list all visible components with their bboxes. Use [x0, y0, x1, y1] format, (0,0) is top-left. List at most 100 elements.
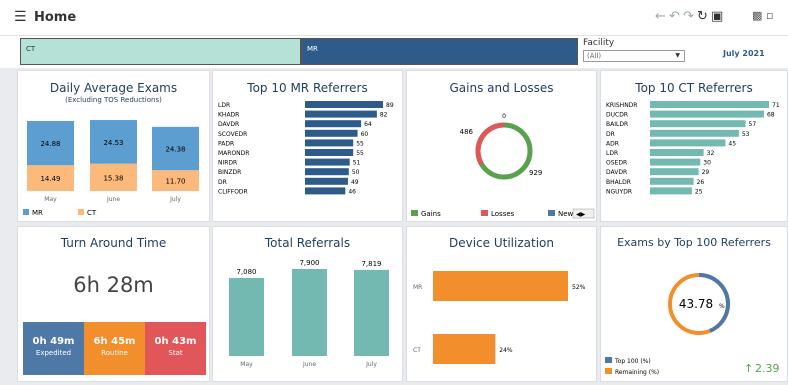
exams100-center-value: 43.78 — [679, 297, 713, 311]
mr-referrer-value-label: 55 — [356, 140, 364, 147]
ct-referrers-card: Top 10 CT Referrers KRISHNDR 71 DUCDR 68 BAI… — [600, 70, 788, 222]
ct-referrer-value-label: 30 — [703, 160, 711, 167]
exams100-center-unit: % — [719, 303, 725, 310]
tat-title: Turn Around Time — [60, 236, 167, 250]
mr-referrer-category-label: SCOVEDR — [218, 131, 247, 138]
facility-select[interactable]: (All) ▼ — [583, 50, 685, 62]
legend-new: New — [558, 210, 574, 218]
mr-referrer-category-label: NIRDR — [218, 160, 237, 167]
ct-referrer-value-label: 29 — [702, 169, 710, 176]
legend-mr-swatch — [23, 209, 29, 215]
facility-label: Facility — [583, 38, 615, 48]
gains-value-label: 929 — [529, 169, 542, 177]
tat-tiles: 0h 49m Expedited 6h 45m Routine 0h 43m S… — [23, 322, 206, 375]
pdf-download-icon[interactable]: ▫ — [766, 9, 773, 22]
ct-referrer-category-label: BAILDR — [606, 121, 628, 128]
mr-referrer-value-label: 64 — [364, 121, 372, 128]
ct-referrers-chart: KRISHNDR 71 DUCDR 68 BAILDR 57 DR 53 ADR 45 LDR 32 O… — [606, 101, 780, 195]
month-label: July 2021 — [723, 49, 765, 58]
ct-referrer-category-label: LDR — [606, 150, 618, 157]
mr-referrer-bar — [305, 168, 349, 176]
redo-icon[interactable]: ↷ — [683, 9, 694, 24]
mr-referrer-category-label: MARONDR — [218, 150, 249, 157]
mr-referrer-value-label: 46 — [348, 188, 356, 195]
mr-referrer-bar — [305, 110, 377, 118]
mr-referrer-value-label: 51 — [353, 160, 361, 167]
x-tick-label: July — [169, 196, 181, 203]
ct-referrer-value-label: 32 — [707, 150, 715, 157]
tat-stat-value: 0h 43m — [154, 336, 197, 347]
tat-routine-label: Routine — [101, 349, 128, 357]
tat-tile-routine[interactable]: 6h 45m Routine — [84, 322, 145, 375]
ct-referrer-bar — [650, 187, 692, 195]
back-icon[interactable]: ← — [655, 9, 666, 24]
legend-remaining-swatch — [605, 368, 612, 374]
legend-remaining: Remaining (%) — [615, 369, 659, 376]
ct-referrer-bar — [650, 149, 704, 156]
undo-icon[interactable]: ↶ — [669, 9, 680, 24]
losses-arc — [475, 122, 505, 166]
gains-donut: 0 486 929 Gains Losses New ◀▶ — [411, 113, 595, 219]
exams100-change: 2.39 — [755, 362, 780, 375]
mr-referrer-category-label: DAVDR — [218, 121, 239, 128]
legend-ct: CT — [87, 209, 97, 217]
ct-value-label: 14.49 — [40, 175, 60, 183]
hamburger-menu-icon[interactable]: ☰ — [14, 9, 27, 25]
legend-losses: Losses — [491, 210, 515, 218]
tat-tile-stat[interactable]: 0h 43m Stat — [145, 322, 206, 375]
ct-referrer-category-label: ADR — [606, 140, 619, 147]
ct-value-label: 15.38 — [103, 174, 123, 182]
device-category-label: MR — [413, 284, 422, 291]
device-value-label: 52% — [572, 284, 586, 291]
tat-routine-value: 6h 45m — [93, 336, 136, 347]
mr-referrer-category-label: LDR — [218, 102, 230, 109]
mr-referrers-chart: LDR 89 KHADR 82 DAVDR 64 SCOVEDR 60 PADR 55 MAROND… — [218, 101, 394, 195]
tat-tile-expedited[interactable]: 0h 49m Expedited — [23, 322, 84, 375]
ct-referrer-bar — [650, 168, 699, 176]
mr-filter-bar[interactable]: MR — [301, 38, 578, 65]
tat-expedited-label: Expedited — [35, 349, 72, 357]
gains-losses-card: Gains and Losses 0 486 929 Gains Losses … — [406, 70, 597, 222]
exams-top100-card: Exams by Top 100 Referrers 43.78 % Top 1… — [600, 226, 788, 382]
device-utilization-card: Device Utilization MR 52% CT 24% — [406, 226, 597, 382]
facility-select-value: (All) — [587, 52, 602, 60]
refresh-icon[interactable]: ↻ — [697, 9, 708, 24]
ct-filter-bar[interactable]: CT — [20, 38, 301, 65]
ct-value-label: 11.70 — [165, 178, 185, 186]
dropdown-arrow-icon: ▼ — [675, 52, 680, 59]
mr-referrer-category-label: KHADR — [218, 112, 239, 119]
tat-expedited-value: 0h 49m — [32, 336, 75, 347]
image-download-icon[interactable]: ▩ — [752, 9, 762, 22]
mr-referrers-card: Top 10 MR Referrers LDR 89 KHADR 82 DAVDR 64 S… — [212, 70, 403, 222]
x-tick-label: July — [365, 361, 377, 368]
mr-value-label: 24.53 — [103, 139, 123, 147]
pause-icon[interactable]: ▣ — [711, 9, 723, 24]
device-chart: MR 52% CT 24% — [413, 271, 586, 364]
legend-top100: Top 100 (%) — [614, 358, 651, 365]
x-tick-label: May — [44, 196, 57, 203]
ct-referrer-value-label: 26 — [697, 179, 705, 186]
page-title: Home — [34, 10, 77, 25]
ct-referrer-value-label: 25 — [695, 188, 703, 195]
ct-referrer-bar — [650, 158, 701, 166]
turnaround-card: Turn Around Time 6h 28m 0h 49m Expedited… — [17, 226, 210, 382]
device-category-label: CT — [413, 347, 421, 354]
ct-referrer-bar — [650, 101, 769, 108]
ct-referrer-bar — [650, 129, 739, 137]
ct-referrer-bar — [650, 139, 726, 147]
referrals-chart: 7,080 May 7,900 June 7,819 July — [229, 259, 389, 368]
legend-gains: Gains — [421, 210, 441, 218]
referral-value-label: 7,080 — [236, 268, 256, 276]
referral-value-label: 7,819 — [361, 260, 381, 268]
ct-referrer-value-label: 71 — [772, 102, 780, 109]
total-referrals-card: Total Referrals 7,080 May 7,900 June 7,819 Ju… — [212, 226, 403, 382]
new-value-label: 0 — [502, 113, 506, 120]
up-arrow-icon: ↑ — [744, 362, 753, 375]
mr-filter-label: MR — [307, 45, 318, 53]
ct-referrer-value-label: 57 — [749, 121, 757, 128]
device-bar — [433, 271, 568, 301]
ct-referrer-category-label: DAVDR — [606, 169, 627, 176]
mr-referrer-bar — [305, 158, 350, 166]
legend-scroll-icon[interactable]: ◀▶ — [576, 211, 586, 218]
mr-value-label: 24.88 — [40, 140, 60, 148]
